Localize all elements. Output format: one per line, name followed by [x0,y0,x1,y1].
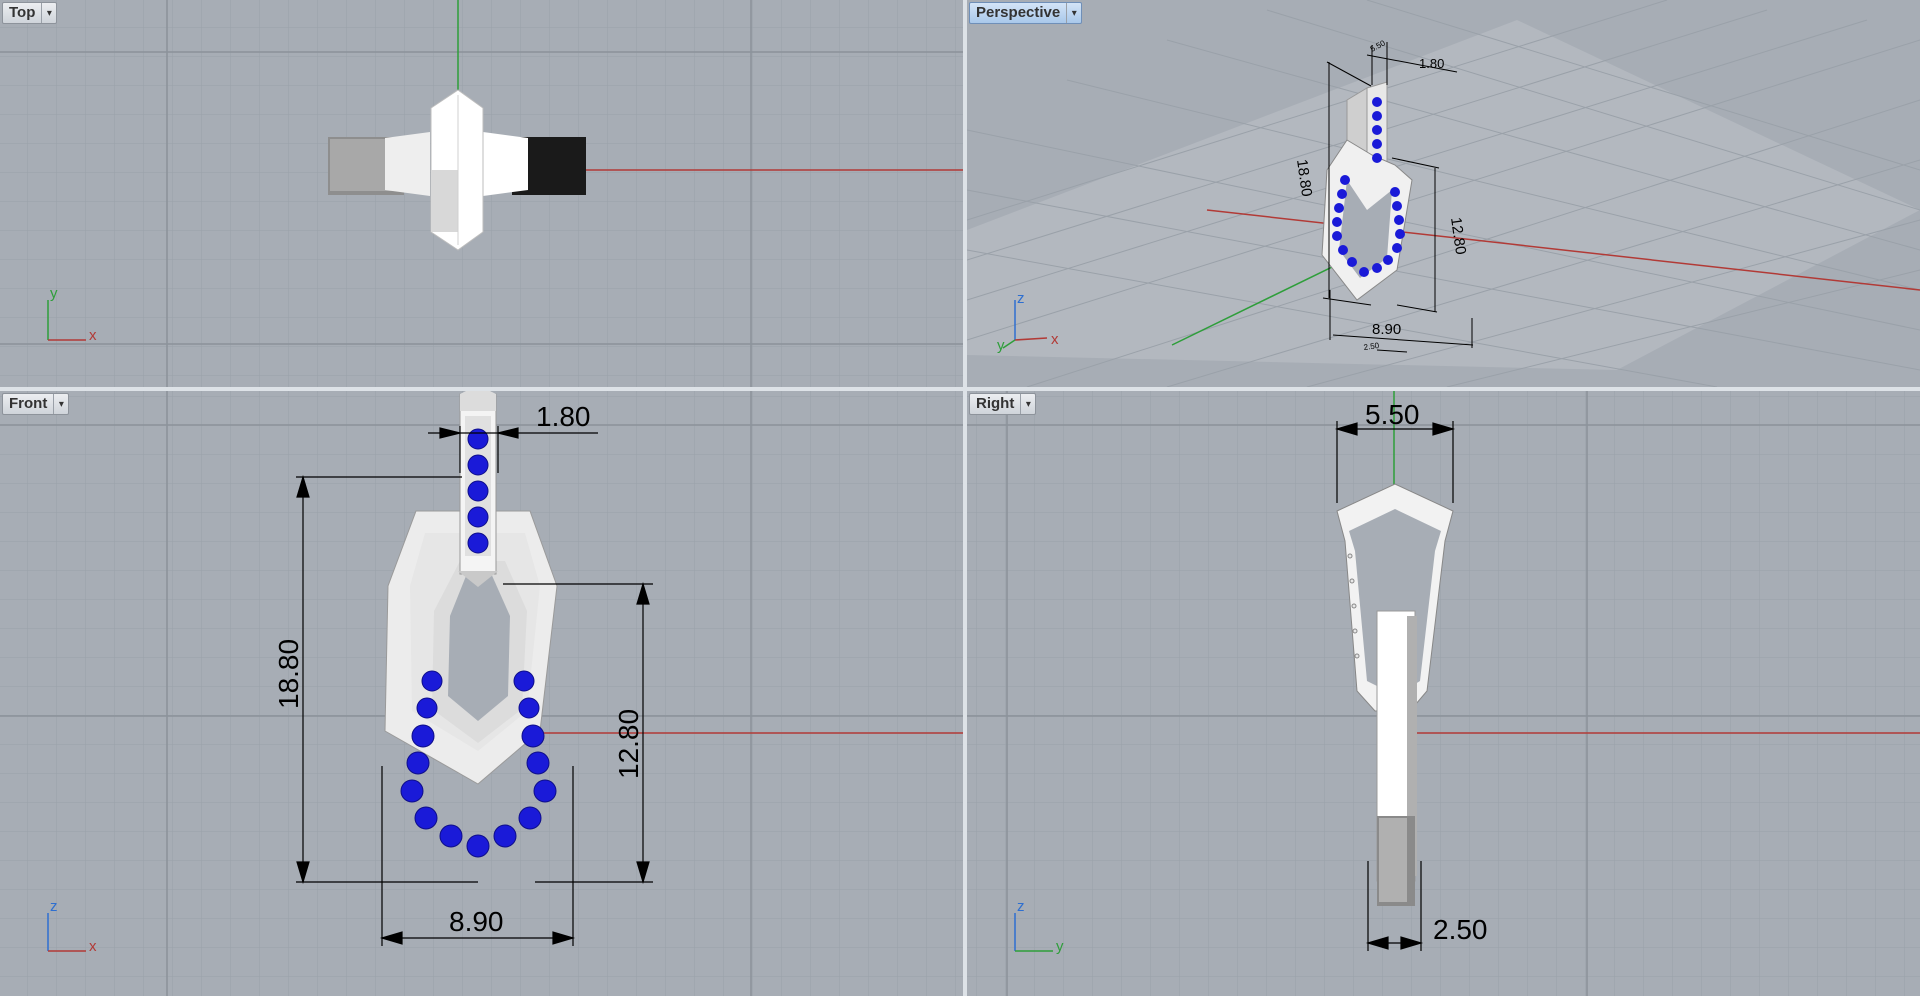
viewport-title[interactable]: Right [970,394,1020,414]
dim-inner-12-80: 12.80 [613,709,644,779]
rhino-four-viewport-layout: y x Top ▾ 18.80 12.80 8.90 1.80 5.50 2.5… [0,0,1920,996]
axis-z-label: z [1017,290,1025,307]
viewport-tab-front[interactable]: Front ▾ [2,393,70,415]
viewport-perspective[interactable]: 18.80 12.80 8.90 1.80 5.50 2.50 z x y Pe… [967,0,1920,387]
top-grid: y x [0,0,963,387]
right-grid: 5.50 2.50 z y [967,391,1920,996]
dim-height-18-80: 18.80 [273,639,304,709]
dim-width-8-90: 8.90 [1372,321,1401,338]
chevron-down-icon[interactable]: ▾ [1066,3,1081,23]
perspective-grid: 18.80 12.80 8.90 1.80 5.50 2.50 z x y [967,0,1920,387]
viewport-tab-top[interactable]: Top ▾ [2,2,58,24]
dim-small-5-50: 5.50 [1369,38,1387,54]
viewport-title[interactable]: Front [3,394,53,414]
axis-y-label: y [50,285,58,302]
dim-bail-1-80: 1.80 [1419,56,1444,71]
dim-bail-1-80: 1.80 [536,401,591,432]
axis-x-label: x [1051,331,1059,348]
axis-y-label: y [997,337,1005,354]
viewport-right[interactable]: 5.50 2.50 z y Right ▾ [967,391,1920,996]
chevron-down-icon[interactable]: ▾ [41,3,56,23]
dim-width-8-90: 8.90 [449,906,504,937]
viewport-title[interactable]: Top [3,3,41,23]
chevron-down-icon[interactable]: ▾ [53,394,68,414]
viewport-tab-right[interactable]: Right ▾ [969,393,1037,415]
viewport-title[interactable]: Perspective [970,3,1066,23]
viewport-tab-perspective[interactable]: Perspective ▾ [969,2,1083,24]
chevron-down-icon[interactable]: ▾ [1020,394,1035,414]
viewport-front[interactable]: 18.80 12.80 8.90 1.80 z x Front ▾ [0,391,963,996]
dim-depth-5-50: 5.50 [1365,399,1420,430]
front-grid: 18.80 12.80 8.90 1.80 z x [0,391,963,996]
viewport-top[interactable]: y x Top ▾ [0,0,963,387]
axis-x-label: x [89,938,97,955]
axis-z-label: z [1017,898,1025,915]
axis-y-label: y [1056,938,1064,955]
axis-x-label: x [89,327,97,344]
dim-thickness-2-50: 2.50 [1433,914,1488,945]
axis-z-label: z [50,898,58,915]
